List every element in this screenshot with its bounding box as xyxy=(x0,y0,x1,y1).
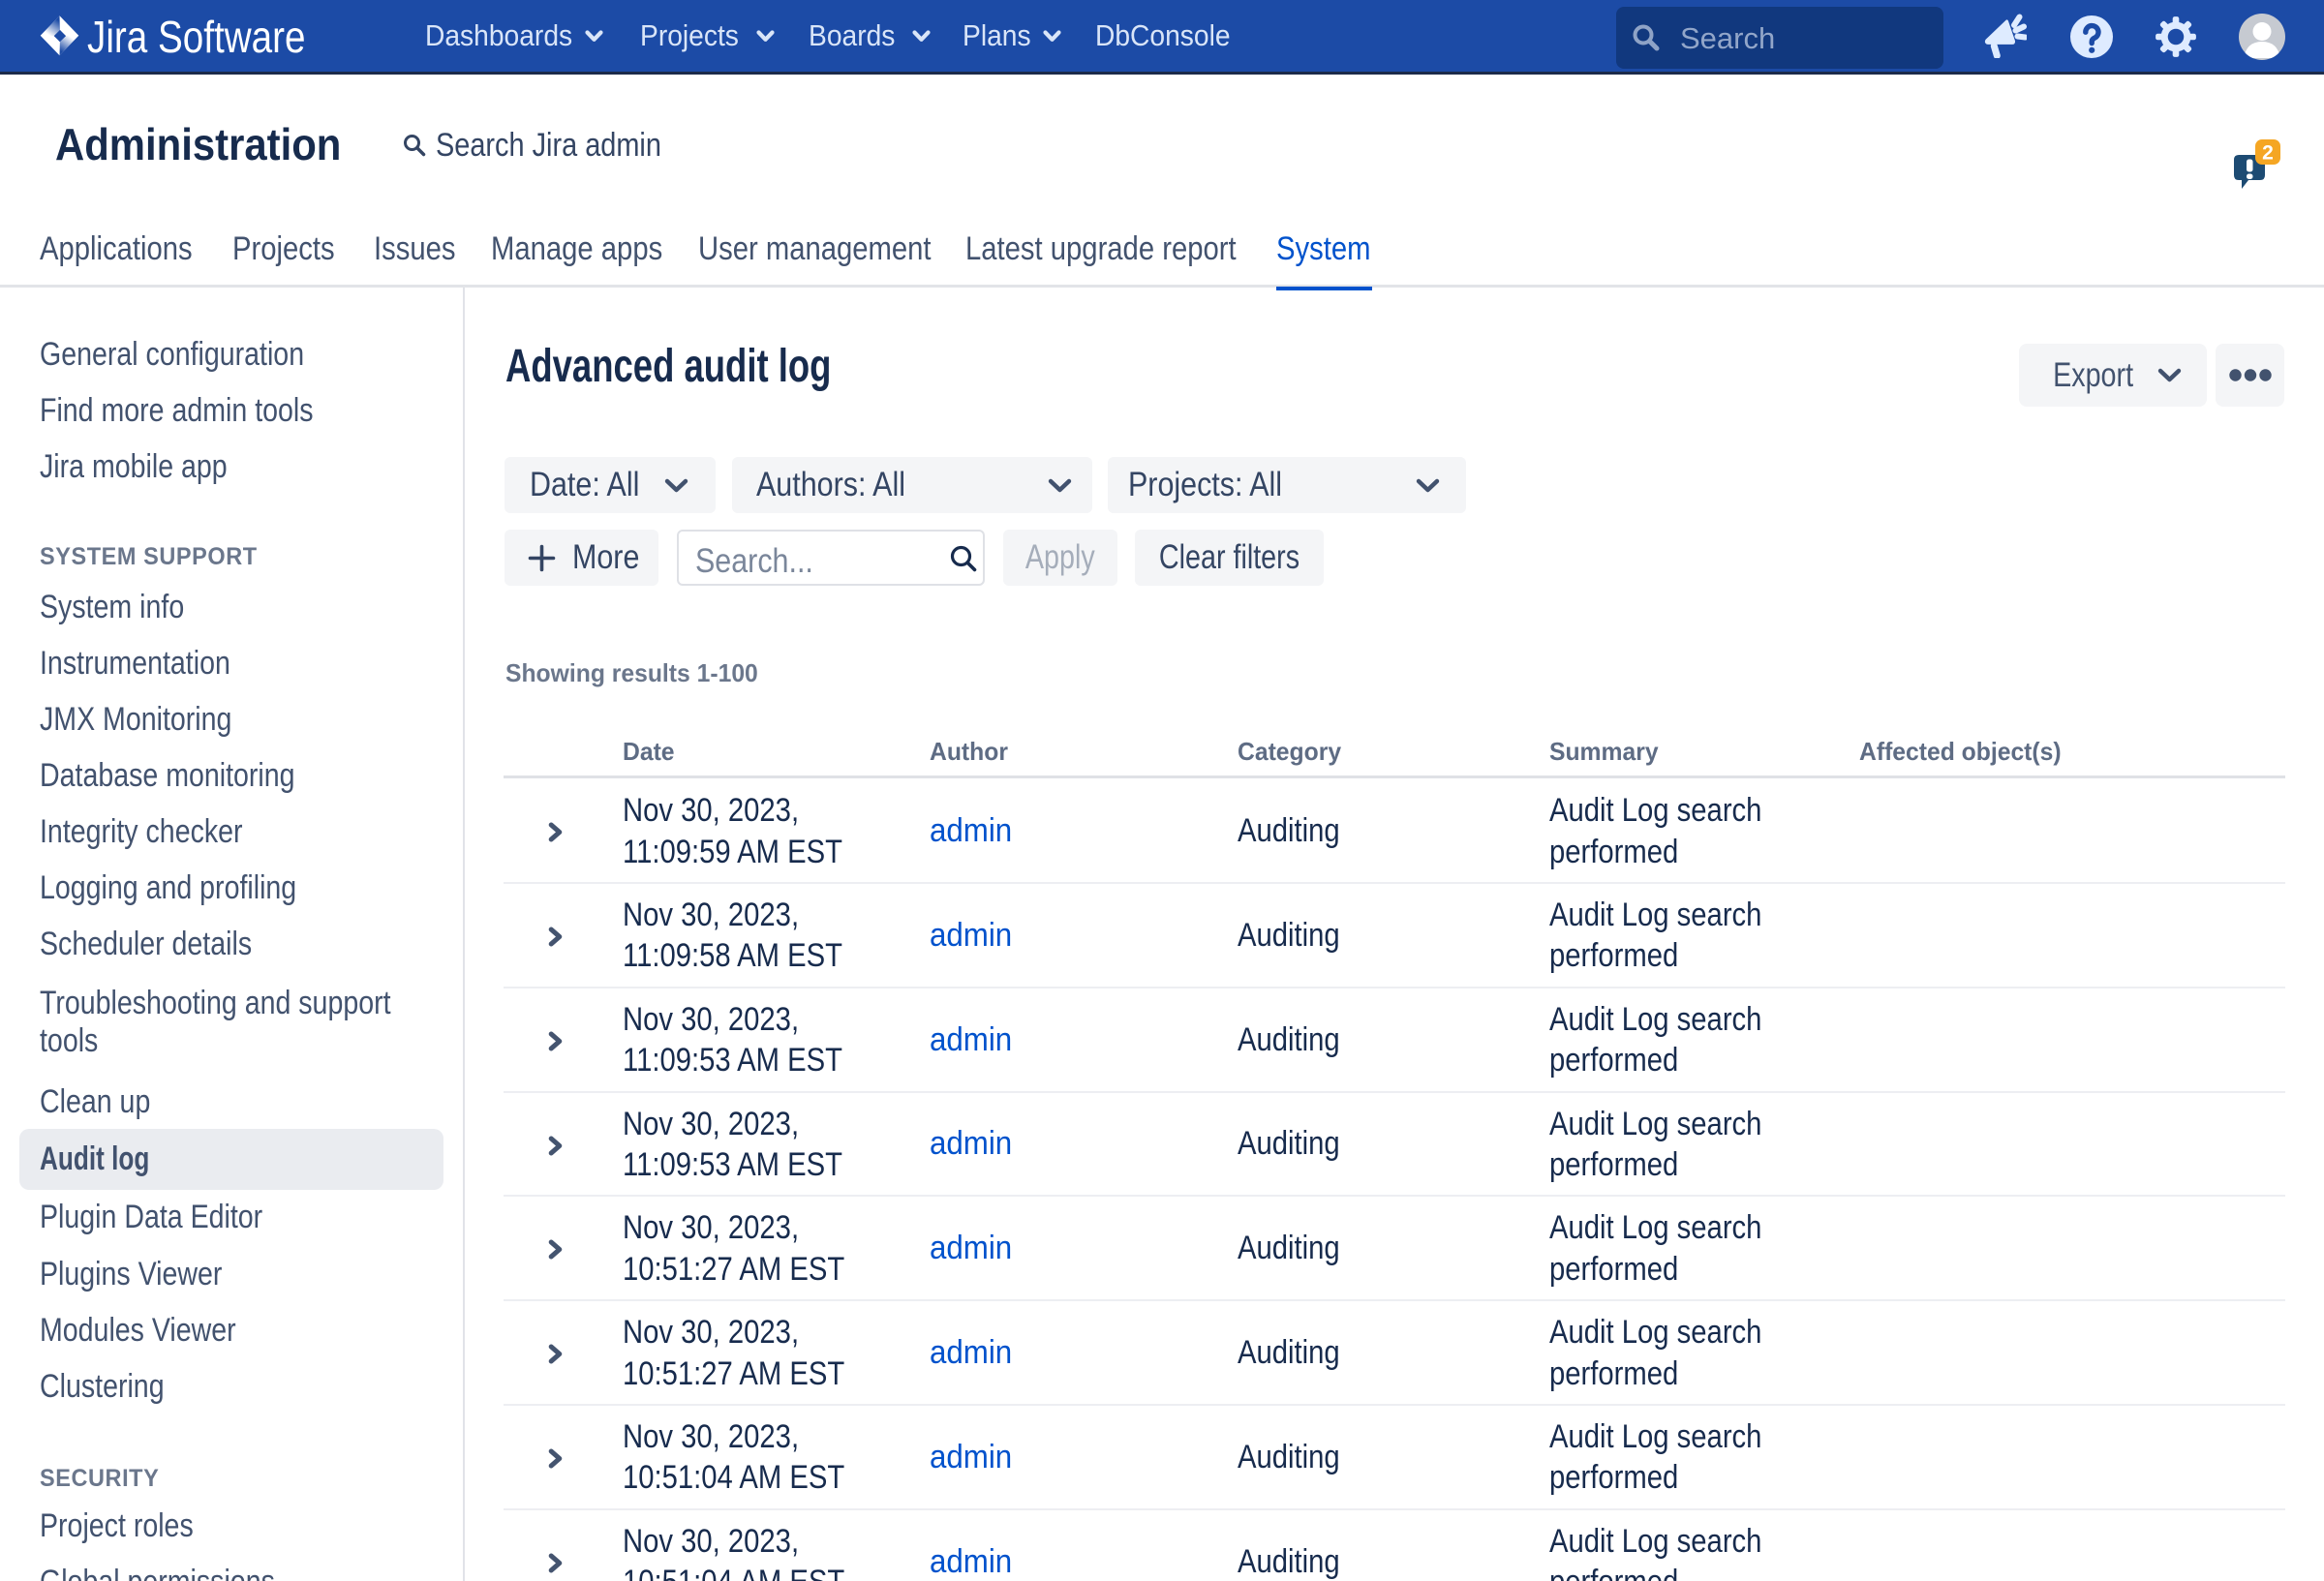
svg-text:2: 2 xyxy=(2262,142,2274,165)
